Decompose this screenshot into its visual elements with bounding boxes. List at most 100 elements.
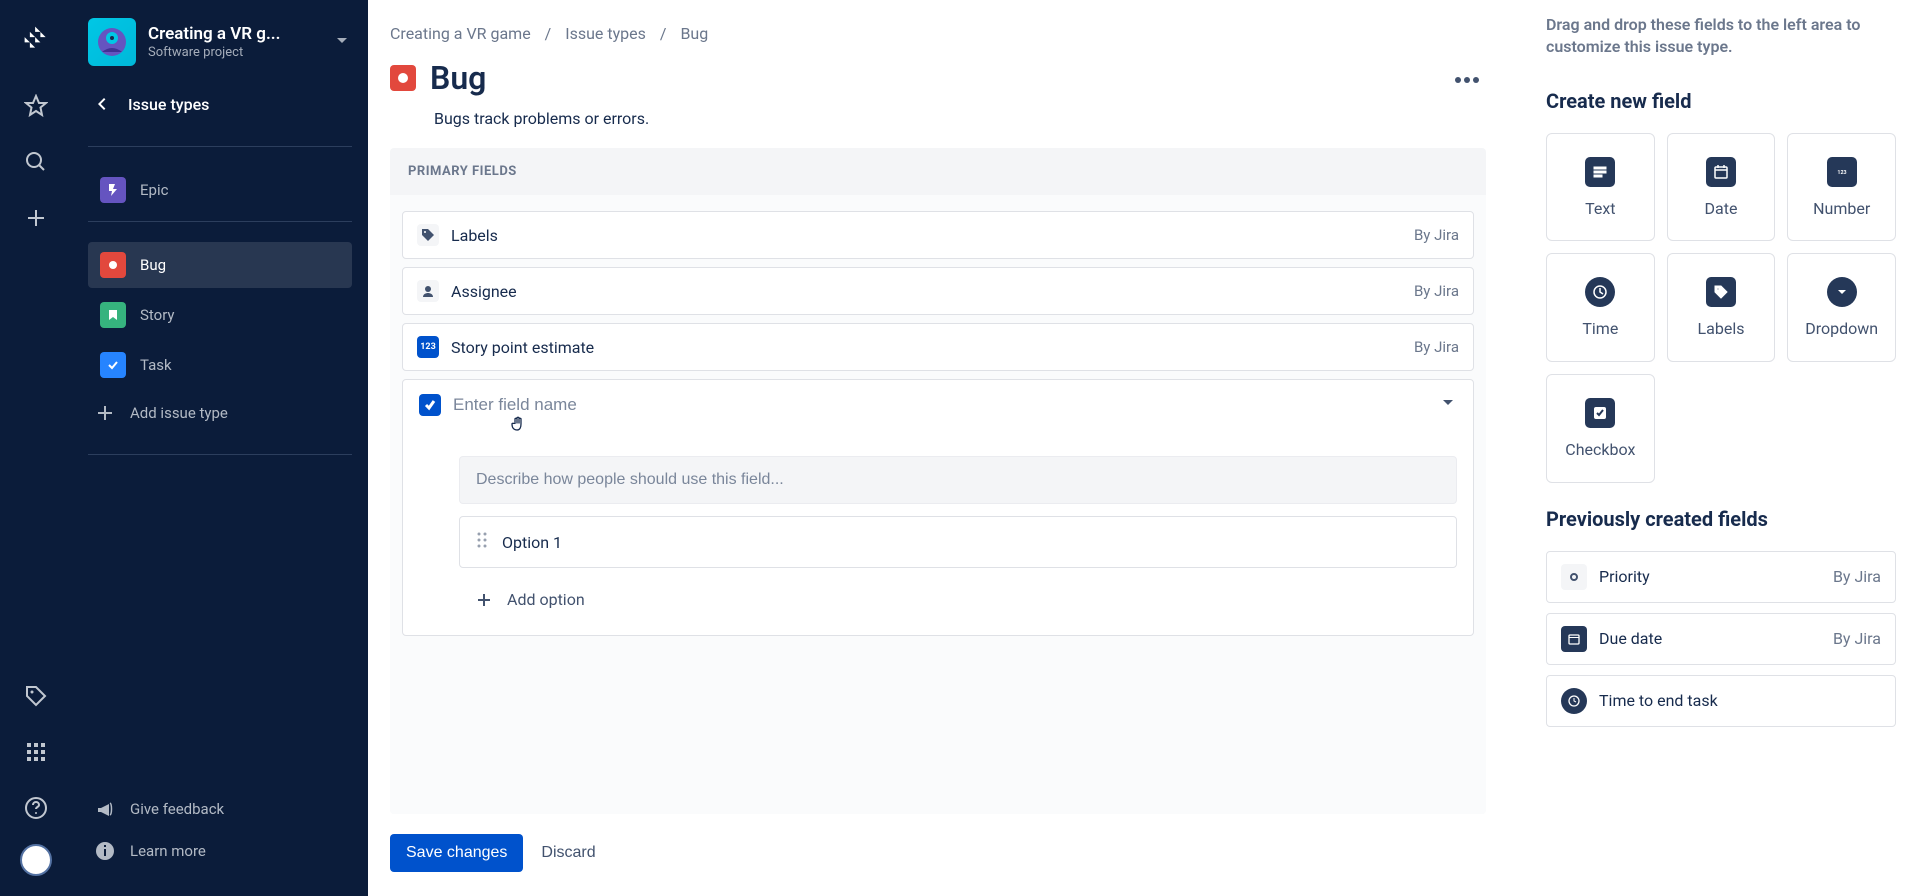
star-icon[interactable] — [16, 86, 56, 126]
bug-type-icon — [390, 65, 416, 91]
feedback-label: Give feedback — [130, 800, 224, 818]
prev-field-source: By Jira — [1833, 629, 1881, 648]
tile-labels[interactable]: Labels — [1667, 253, 1776, 362]
global-nav-rail — [0, 0, 72, 896]
tile-label: Checkbox — [1565, 440, 1635, 459]
field-label: Assignee — [451, 282, 517, 301]
number-icon: 123 — [417, 336, 439, 358]
tile-label: Time — [1582, 319, 1618, 338]
project-switcher-caret[interactable] — [332, 30, 352, 54]
labels-icon — [417, 224, 439, 246]
learn-more-label: Learn more — [130, 842, 206, 860]
prev-field-priority[interactable]: Priority By Jira — [1546, 551, 1896, 603]
jira-logo[interactable] — [16, 18, 56, 58]
expand-toggle[interactable] — [1439, 394, 1457, 416]
palette-hint: Drag and drop these fields to the left a… — [1546, 14, 1896, 59]
dropdown-icon — [1827, 277, 1857, 307]
svg-text:123: 123 — [1837, 170, 1846, 176]
add-option-button[interactable]: Add option — [459, 578, 1457, 621]
back-label: Issue types — [128, 95, 209, 114]
breadcrumb-issue-types[interactable]: Issue types — [565, 24, 646, 43]
field-source: By Jira — [1414, 338, 1459, 356]
bug-icon — [100, 252, 126, 278]
option-row[interactable]: Option 1 — [459, 516, 1457, 568]
priority-icon — [1561, 564, 1587, 590]
time-icon — [1561, 688, 1587, 714]
project-title: Creating a VR g... — [148, 24, 280, 44]
create-icon[interactable] — [16, 198, 56, 238]
learn-more-link[interactable]: Learn more — [88, 830, 352, 872]
task-icon — [100, 352, 126, 378]
field-label: Story point estimate — [451, 338, 594, 357]
prev-field-label: Priority — [1599, 567, 1650, 586]
breadcrumb-project[interactable]: Creating a VR game — [390, 24, 531, 43]
apps-icon[interactable] — [16, 732, 56, 772]
checkbox-icon — [1585, 398, 1615, 428]
sidebar-item-label: Epic — [140, 181, 168, 199]
story-icon — [100, 302, 126, 328]
discard-button[interactable]: Discard — [541, 844, 595, 862]
add-issue-type[interactable]: Add issue type — [88, 392, 352, 434]
tile-label: Number — [1813, 199, 1870, 218]
number-icon: 123 — [1827, 157, 1857, 187]
grab-cursor-icon — [509, 414, 1486, 438]
field-palette: Drag and drop these fields to the left a… — [1522, 0, 1920, 896]
date-icon — [1561, 626, 1587, 652]
checkbox-icon — [419, 394, 441, 416]
prev-field-label: Due date — [1599, 629, 1662, 648]
more-actions-button[interactable] — [1448, 63, 1486, 94]
prev-field-label: Time to end task — [1599, 691, 1718, 710]
field-source: By Jira — [1414, 226, 1459, 244]
epic-icon — [100, 177, 126, 203]
sidebar-item-epic[interactable]: Epic — [88, 167, 352, 213]
add-issue-type-label: Add issue type — [130, 404, 228, 422]
previously-created-heading: Previously created fields — [1546, 507, 1896, 531]
tile-label: Date — [1705, 199, 1738, 218]
give-feedback-link[interactable]: Give feedback — [88, 788, 352, 830]
field-row-labels[interactable]: Labels By Jira — [402, 211, 1474, 259]
main-content: Creating a VR game / Issue types / Bug B… — [368, 0, 1522, 896]
sidebar-item-label: Task — [140, 356, 172, 374]
sidebar-item-bug[interactable]: Bug — [88, 242, 352, 288]
tile-number[interactable]: 123 Number — [1787, 133, 1896, 242]
tile-date[interactable]: Date — [1667, 133, 1776, 242]
avatar[interactable] — [20, 844, 52, 876]
time-icon — [1585, 277, 1615, 307]
prev-field-time-to-end[interactable]: Time to end task — [1546, 675, 1896, 727]
field-name-input[interactable] — [453, 395, 1427, 415]
breadcrumb-current[interactable]: Bug — [680, 24, 708, 43]
prev-field-due-date[interactable]: Due date By Jira — [1546, 613, 1896, 665]
field-row-story-points[interactable]: 123 Story point estimate By Jira — [402, 323, 1474, 371]
primary-fields-panel: PRIMARY FIELDS Labels By Jira Assignee B… — [390, 148, 1486, 814]
field-description-input[interactable] — [460, 457, 1456, 503]
search-icon[interactable] — [16, 142, 56, 182]
assignee-icon — [417, 280, 439, 302]
new-field-editor: Option 1 Add option — [402, 379, 1474, 636]
sidebar-item-label: Story — [140, 306, 175, 324]
help-icon[interactable] — [16, 788, 56, 828]
breadcrumb: Creating a VR game / Issue types / Bug — [390, 24, 1486, 43]
tile-label: Labels — [1698, 319, 1745, 338]
sidebar-item-story[interactable]: Story — [88, 292, 352, 338]
tile-label: Text — [1585, 199, 1615, 218]
sidebar-item-task[interactable]: Task — [88, 342, 352, 388]
primary-fields-label: PRIMARY FIELDS — [390, 148, 1486, 195]
sidebar-item-label: Bug — [140, 256, 166, 274]
tag-icon[interactable] — [16, 676, 56, 716]
project-subtitle: Software project — [148, 45, 280, 60]
drag-handle-icon[interactable] — [476, 531, 488, 553]
tile-label: Dropdown — [1805, 319, 1878, 338]
tile-dropdown[interactable]: Dropdown — [1787, 253, 1896, 362]
field-label: Labels — [451, 226, 498, 245]
add-option-label: Add option — [507, 590, 585, 609]
text-icon — [1585, 157, 1615, 187]
project-avatar — [88, 18, 136, 66]
tile-time[interactable]: Time — [1546, 253, 1655, 362]
field-row-assignee[interactable]: Assignee By Jira — [402, 267, 1474, 315]
tile-text[interactable]: Text — [1546, 133, 1655, 242]
back-to-issue-types[interactable]: Issue types — [88, 94, 352, 114]
save-button[interactable]: Save changes — [390, 834, 523, 872]
project-header[interactable]: Creating a VR g... Software project — [88, 18, 352, 66]
tile-checkbox[interactable]: Checkbox — [1546, 374, 1655, 483]
field-source: By Jira — [1414, 282, 1459, 300]
